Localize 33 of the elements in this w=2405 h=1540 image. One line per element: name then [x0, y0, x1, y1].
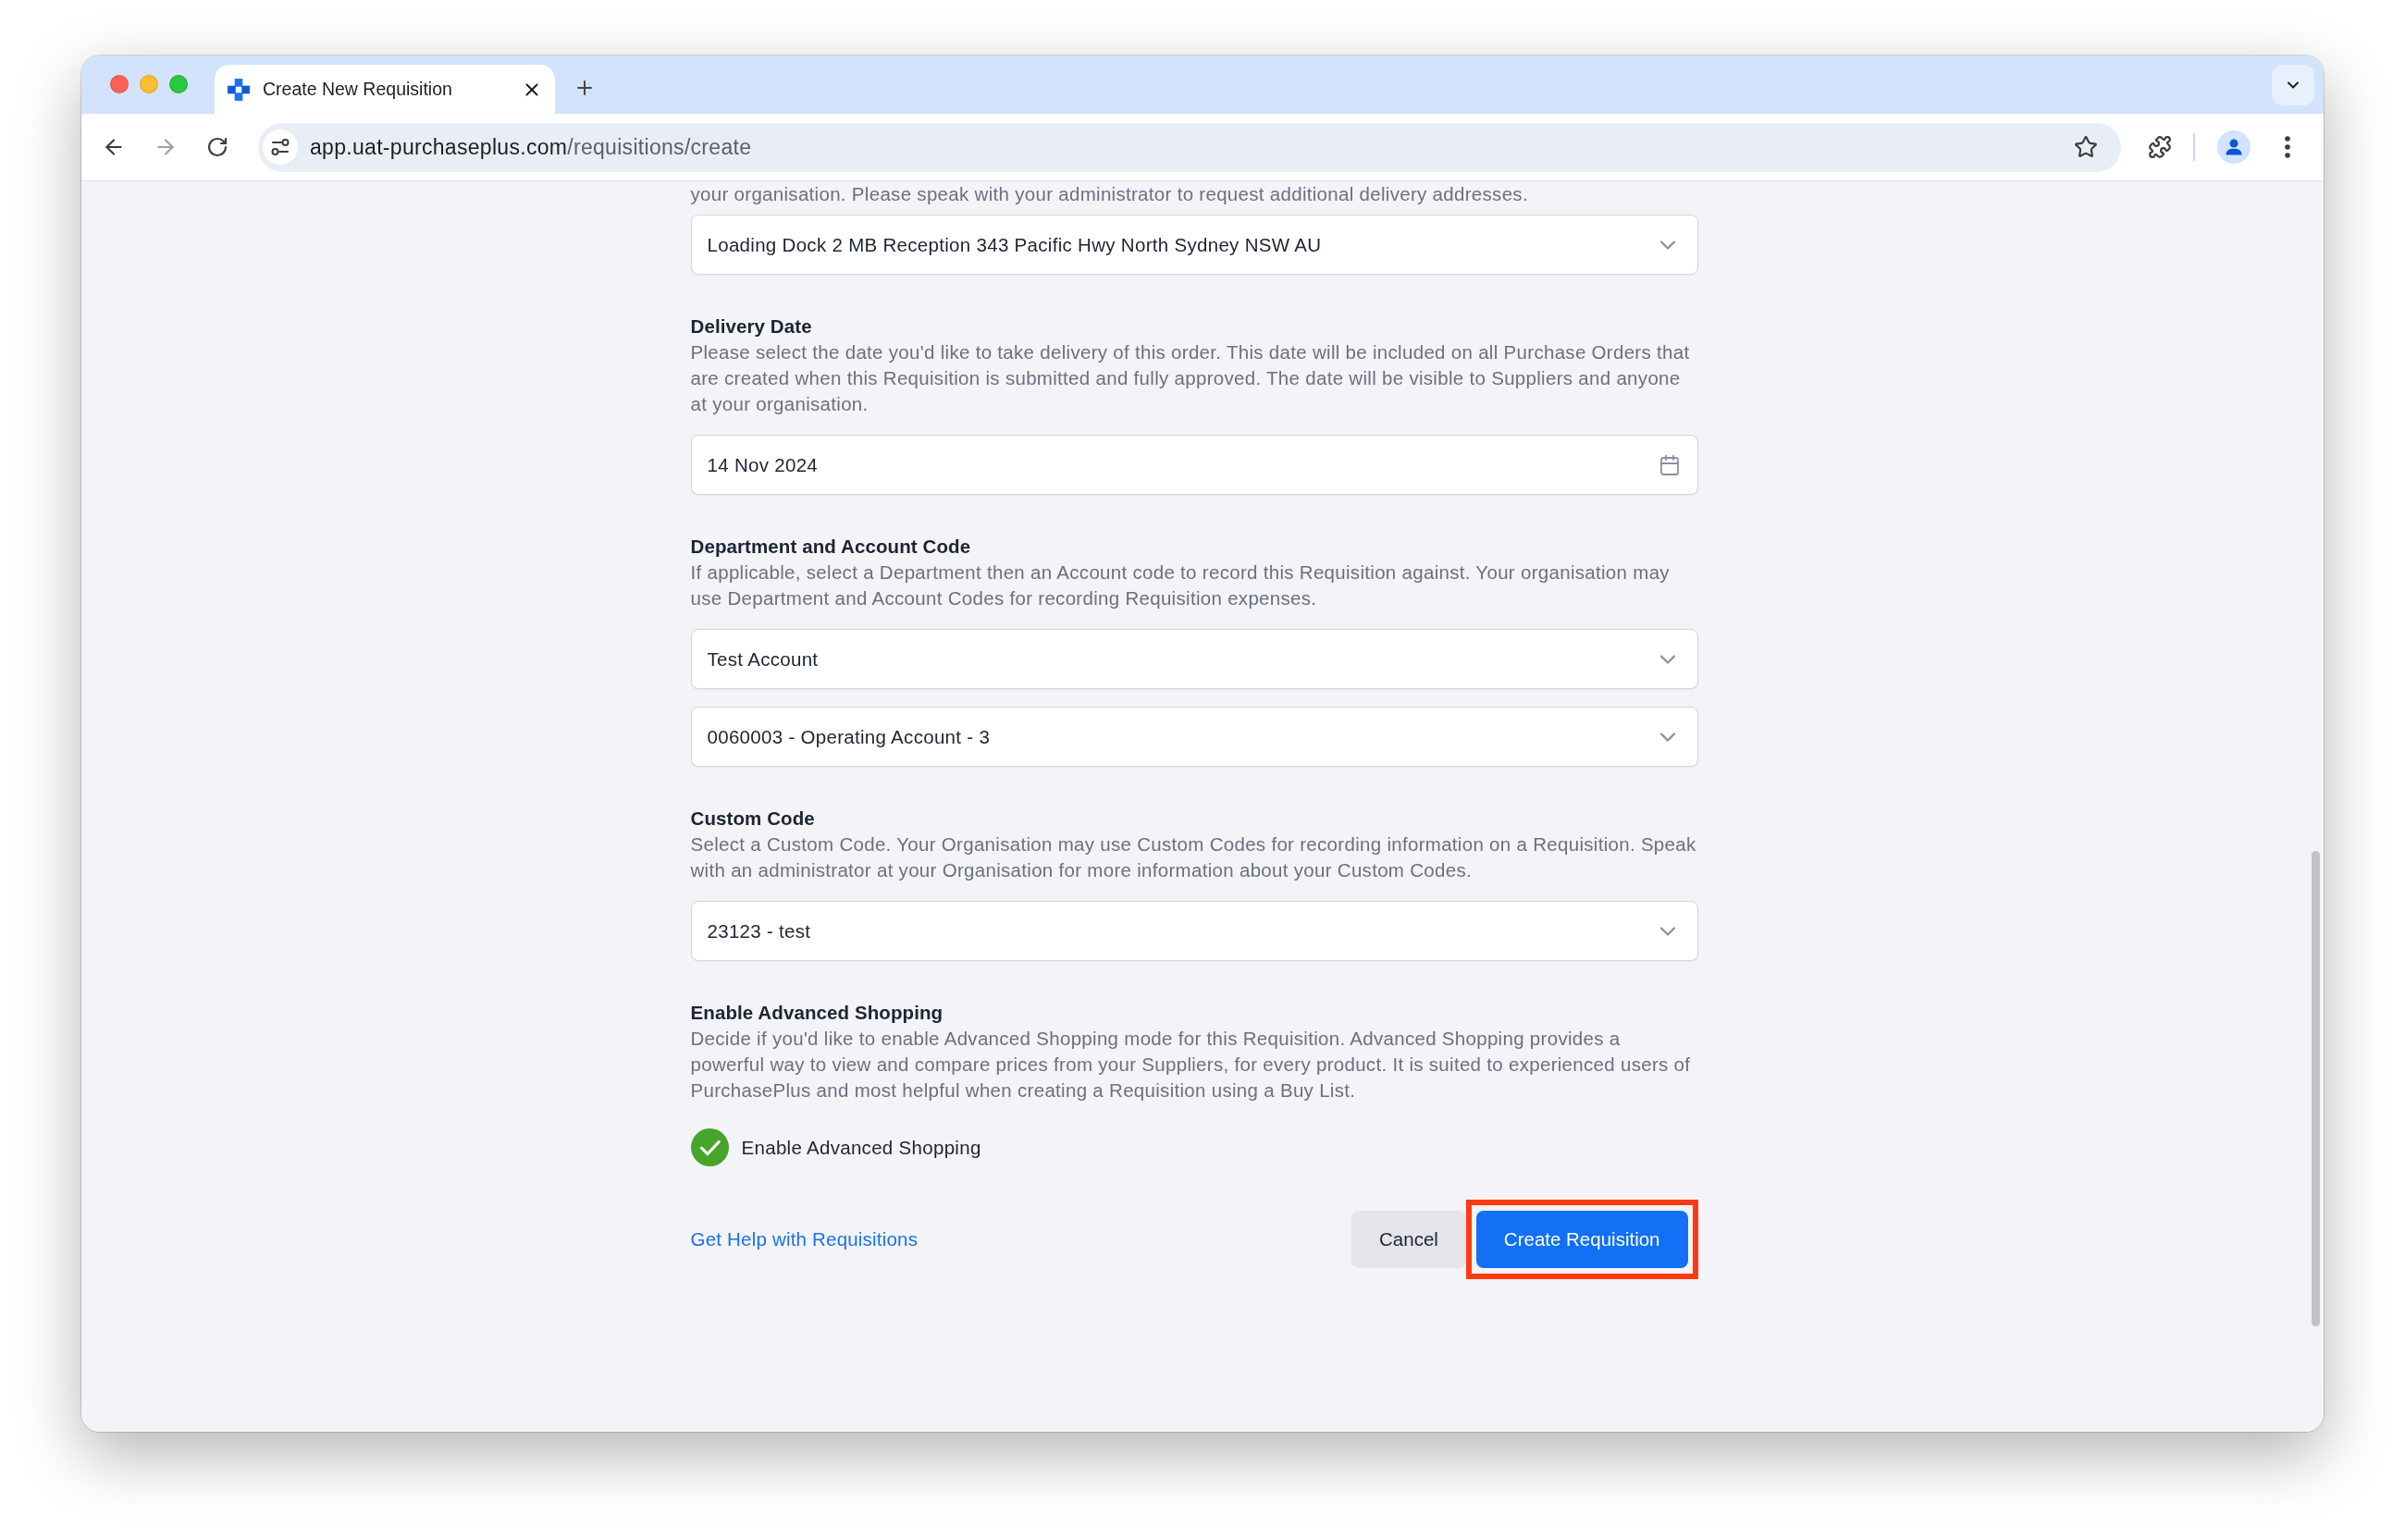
dropdown-select[interactable]: 0060003 - Operating Account - 3 — [690, 707, 1698, 767]
site-settings-icon[interactable] — [263, 129, 298, 165]
create-requisition-button[interactable]: Create Requisition — [1475, 1211, 1688, 1268]
section-heading: Custom Code — [690, 807, 816, 831]
address-bar[interactable]: app.uat-purchaseplus.com/requisitions/create — [258, 122, 2121, 172]
checkbox[interactable] — [690, 1128, 729, 1166]
profile-avatar-icon[interactable] — [2217, 130, 2251, 164]
section-description: Select a Custom Code. Your Organisation may use Custom Codes for recording information on a Requisition. Speak with an administrator at your Organisation for more information about your Custom Codes. — [690, 832, 1697, 882]
dropdown-select[interactable]: Test Account — [690, 629, 1698, 689]
section-description: Decide if you'd like to enable Advanced Shopping mode for this Requisition. Advanced Shopping provides a powerful way to view and compare prices from your Suppliers, for every product. It is suited to experienced users of PurchasePlus and most helpful when creating a Requisition using a Buy List. — [690, 1027, 1692, 1103]
section-description: If applicable, select a Department then an Account code to record this Requisition against. Your organisation may use Department and Account Codes for recording Requisition expenses. — [690, 561, 1671, 610]
date-field[interactable]: 14 Nov 2024 — [690, 435, 1698, 495]
section-description: your organisation. Please speak with your administrator to request additional delivery addresses. — [690, 182, 1529, 206]
section-heading: Department and Account Code — [690, 535, 972, 559]
checkbox-label[interactable]: Enable Advanced Shopping — [741, 1136, 981, 1159]
cancel-button[interactable]: Cancel — [1351, 1211, 1466, 1268]
help-link[interactable]: Get Help with Requisitions — [690, 1228, 919, 1250]
bookmark-star-icon[interactable] — [2074, 135, 2098, 159]
calendar-icon — [1658, 453, 1681, 476]
section-description: Please select the date you'd like to take delivery of this order. This date will be included on all Purchase Orders that are created when this Requisition is submitted and fully approved. The date will be visible to Suppliers and anyone at your organisation. — [690, 340, 1691, 416]
tab-title: Create New Requisition — [263, 79, 453, 100]
section-heading: Enable Advanced Shopping — [690, 1001, 944, 1025]
close-window-button[interactable] — [110, 74, 129, 93]
app-logo-icon — [227, 77, 251, 102]
dropdown-select[interactable]: 23123 - test — [690, 901, 1698, 961]
browser-tab[interactable]: Create New Requisition — [215, 65, 555, 114]
url-text: app.uat-purchaseplus.com/requisitions/create — [310, 134, 753, 160]
menu-icon — [2285, 136, 2290, 158]
section-heading: Delivery Date — [690, 314, 813, 339]
puzzle-icon — [2148, 135, 2172, 159]
dropdown-select[interactable]: Loading Dock 2 MB Reception 343 Pacific Hwy North Sydney NSW AU — [690, 215, 1698, 275]
reload-icon — [206, 136, 228, 158]
scrollbar-thumb[interactable] — [2311, 851, 2320, 1326]
